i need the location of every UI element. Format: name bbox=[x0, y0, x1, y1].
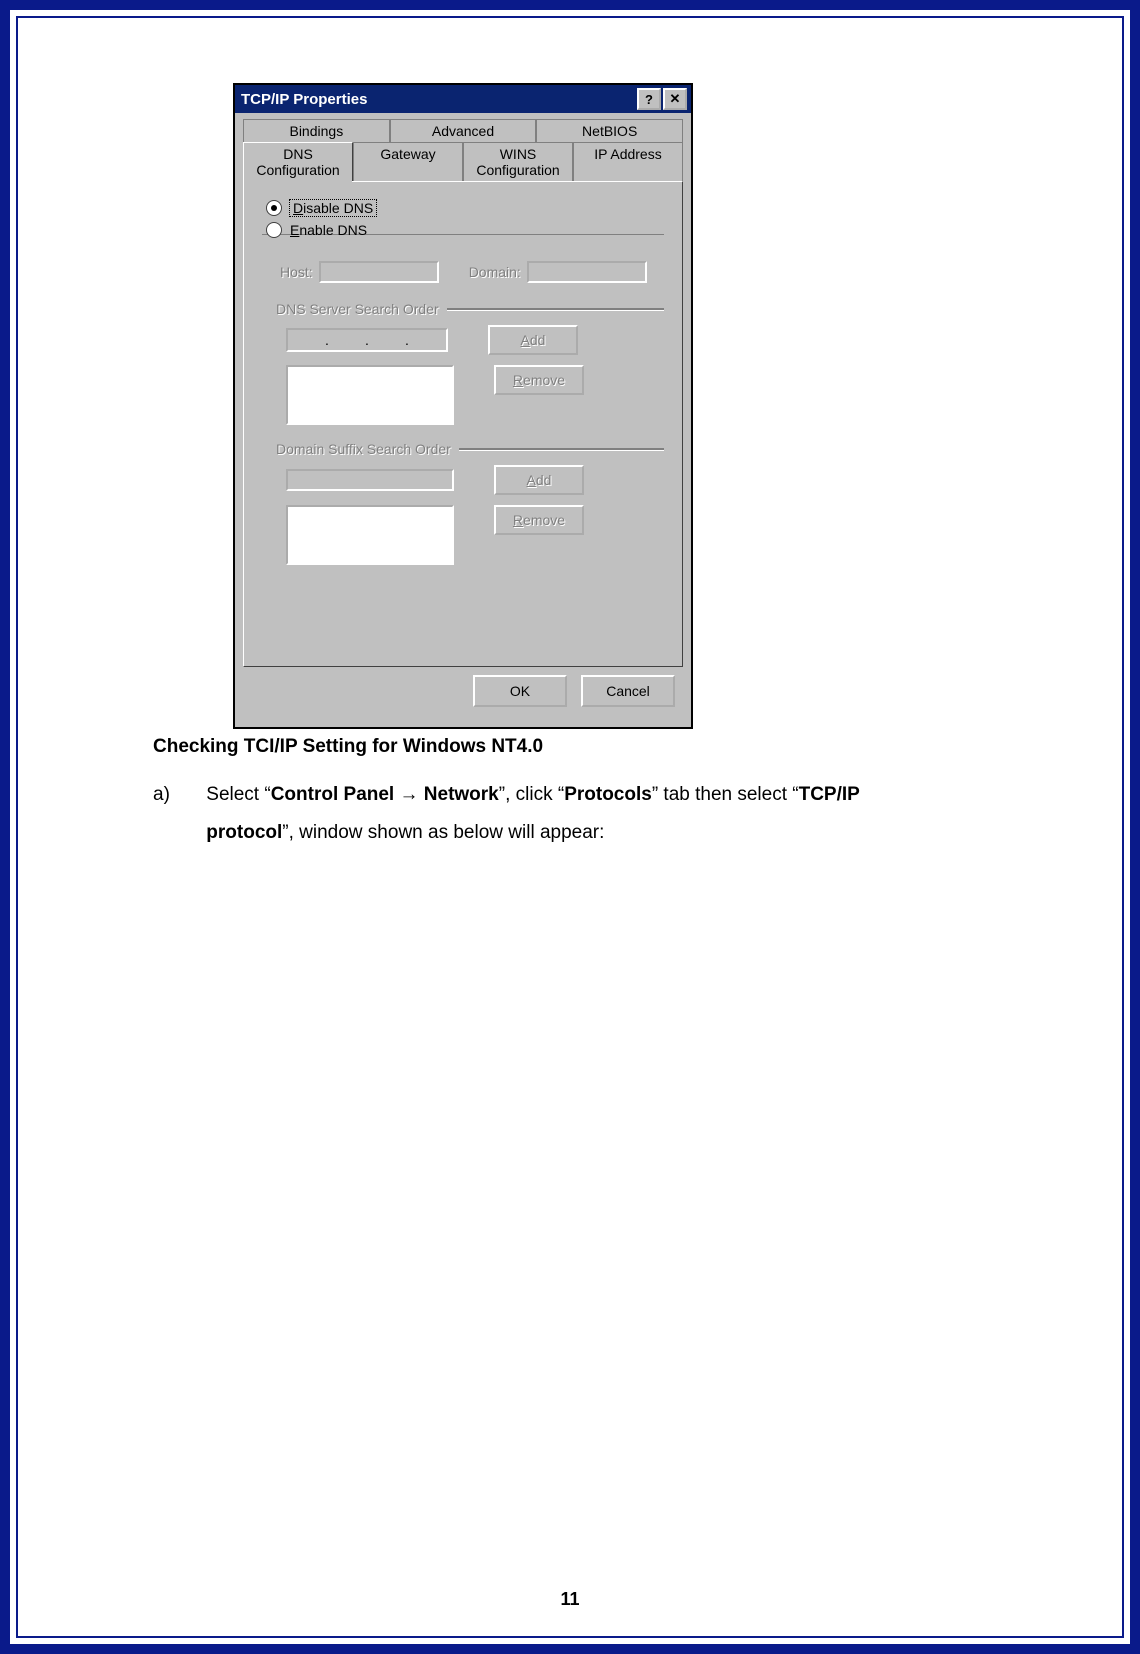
dns-server-search-order-group: DNS Server Search Order . . . bbox=[276, 301, 664, 425]
radio-disable-dns[interactable]: Disable DNS bbox=[266, 200, 664, 216]
dns-list[interactable] bbox=[286, 365, 454, 425]
titlebar: TCP/IP Properties ? ✕ bbox=[235, 85, 691, 113]
tcpip-properties-dialog: TCP/IP Properties ? ✕ Bindings Advanced … bbox=[233, 83, 693, 729]
tab-panel-dns: Disable DNS Enable DNS Host: Domain: bbox=[243, 181, 683, 667]
group-divider bbox=[447, 308, 664, 310]
domain-input[interactable] bbox=[527, 261, 647, 283]
group-title: Domain Suffix Search Order bbox=[276, 441, 459, 457]
list-marker: a) bbox=[153, 776, 201, 814]
tab-bindings[interactable]: Bindings bbox=[243, 119, 390, 142]
tabstrip-row2: DNS Configuration Gateway WINS Configura… bbox=[243, 142, 683, 181]
tab-wins-configuration[interactable]: WINS Configuration bbox=[463, 142, 573, 181]
tab-netbios[interactable]: NetBIOS bbox=[536, 119, 683, 142]
cancel-button[interactable]: Cancel bbox=[581, 675, 675, 707]
suffix-list[interactable] bbox=[286, 505, 454, 565]
host-input[interactable] bbox=[319, 261, 439, 283]
tab-ip-address[interactable]: IP Address bbox=[573, 142, 683, 181]
group-divider bbox=[459, 448, 664, 450]
group-title: DNS Server Search Order bbox=[276, 301, 447, 317]
dialog-button-row: OK Cancel bbox=[243, 667, 683, 717]
tab-advanced[interactable]: Advanced bbox=[390, 119, 537, 142]
suffix-add-button[interactable]: Add bbox=[494, 465, 584, 495]
tabstrip-row1: Bindings Advanced NetBIOS bbox=[243, 119, 683, 142]
radio-icon bbox=[266, 200, 282, 216]
help-icon[interactable]: ? bbox=[637, 88, 661, 110]
enable-dns-group: Host: Domain: DNS Server Search Order bbox=[262, 234, 664, 565]
document-body: Checking TCI/IP Setting for Windows NT4.… bbox=[153, 736, 933, 852]
radio-enable-dns[interactable]: Enable DNS bbox=[266, 222, 664, 238]
ok-button[interactable]: OK bbox=[473, 675, 567, 707]
suffix-input[interactable] bbox=[286, 469, 454, 491]
dialog-title: TCP/IP Properties bbox=[239, 91, 635, 108]
radio-enable-dns-label: Enable DNS bbox=[290, 222, 367, 238]
suffix-remove-button[interactable]: Remove bbox=[494, 505, 584, 535]
dns-remove-button[interactable]: Remove bbox=[494, 365, 584, 395]
close-icon[interactable]: ✕ bbox=[663, 88, 687, 110]
domain-suffix-search-order-group: Domain Suffix Search Order Add Remove bbox=[276, 441, 664, 565]
tab-gateway[interactable]: Gateway bbox=[353, 142, 463, 181]
tab-dns-configuration[interactable]: DNS Configuration bbox=[243, 142, 353, 181]
radio-icon bbox=[266, 222, 282, 238]
radio-disable-dns-label: Disable DNS bbox=[290, 200, 376, 216]
dns-add-button[interactable]: Add bbox=[488, 325, 578, 355]
page-number: 11 bbox=[18, 1589, 1122, 1610]
section-heading: Checking TCI/IP Setting for Windows NT4.… bbox=[153, 736, 933, 758]
host-label: Host: bbox=[280, 264, 313, 280]
instruction-item-a: a) Select “Control Panel → Network”, cli… bbox=[153, 776, 933, 852]
dns-ip-input[interactable]: . . . bbox=[286, 328, 448, 352]
domain-label: Domain: bbox=[469, 264, 521, 280]
